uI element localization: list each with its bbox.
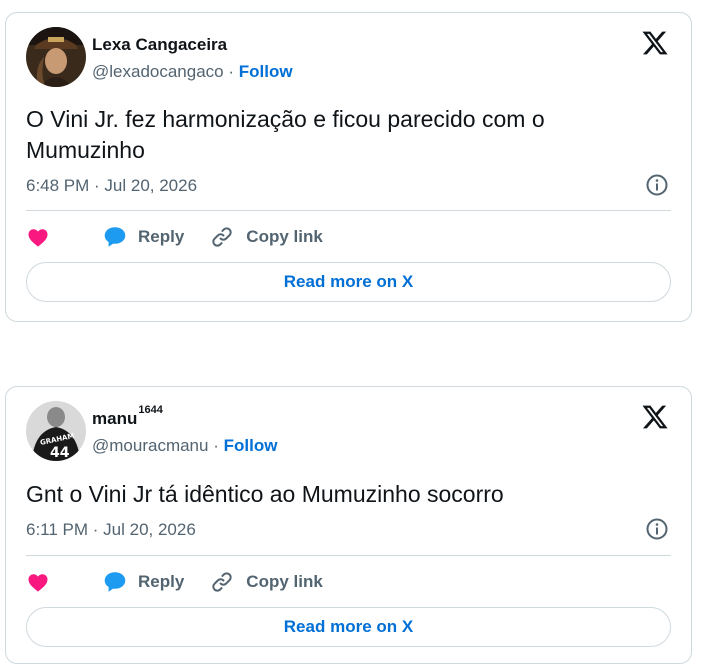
heart-icon[interactable]: [26, 225, 50, 249]
heart-icon[interactable]: [26, 570, 50, 594]
copy-link-label: Copy link: [246, 572, 323, 591]
reply-label: Reply: [138, 572, 185, 591]
separator: ·: [228, 62, 235, 81]
x-logo-icon[interactable]: [641, 403, 669, 431]
avatar[interactable]: GRAHAM 44: [26, 401, 86, 461]
read-more-button[interactable]: Read more on X: [26, 262, 671, 302]
reply-button[interactable]: Reply: [102, 569, 184, 595]
handle-row: @lexadocangaco · Follow: [92, 62, 293, 82]
link-icon: [210, 570, 234, 594]
reply-label: Reply: [138, 227, 185, 246]
display-name[interactable]: Lexa Cangaceira: [92, 35, 227, 55]
tweet-text: Gnt o Vini Jr tá idêntico ao Mumuzinho s…: [26, 481, 504, 507]
tweet-text: O Vini Jr. fez harmonização e ficou pare…: [26, 106, 545, 163]
avatar[interactable]: [26, 27, 86, 87]
author-name-row[interactable]: Lexa Cangaceira: [92, 35, 227, 55]
info-icon[interactable]: [645, 173, 669, 197]
follow-link[interactable]: Follow: [239, 62, 293, 81]
tweet-card: Lexa Cangaceira @lexadocangaco · Follow …: [5, 12, 692, 322]
separator: ·: [213, 436, 219, 455]
action-bar: Reply Copy link: [26, 567, 323, 597]
action-bar: Reply Copy link: [26, 222, 323, 252]
handle-row: @mouracmanu · Follow: [92, 436, 277, 456]
name-superscript: 1644: [138, 404, 163, 416]
x-logo-icon[interactable]: [641, 29, 669, 57]
reply-button[interactable]: Reply: [102, 224, 184, 250]
info-icon[interactable]: [645, 517, 669, 541]
speech-bubble-icon: [102, 569, 128, 595]
divider: [26, 210, 671, 211]
link-icon: [210, 225, 234, 249]
svg-text:44: 44: [50, 445, 70, 461]
tweet-card: GRAHAM 44 manu 1644 @mouracmanu · Follow…: [5, 386, 692, 664]
timestamp[interactable]: 6:11 PM · Jul 20, 2026: [26, 520, 196, 540]
follow-link[interactable]: Follow: [224, 436, 278, 455]
author-name-row[interactable]: manu 1644: [92, 404, 163, 429]
copy-link-button[interactable]: Copy link: [210, 225, 323, 249]
copy-link-button[interactable]: Copy link: [210, 570, 323, 594]
timestamp[interactable]: 6:48 PM · Jul 20, 2026: [26, 176, 197, 196]
speech-bubble-icon: [102, 224, 128, 250]
divider: [26, 555, 671, 556]
display-name[interactable]: manu: [92, 409, 137, 429]
handle[interactable]: @lexadocangaco: [92, 62, 224, 81]
handle[interactable]: @mouracmanu: [92, 436, 208, 455]
read-more-button[interactable]: Read more on X: [26, 607, 671, 647]
copy-link-label: Copy link: [246, 227, 323, 246]
